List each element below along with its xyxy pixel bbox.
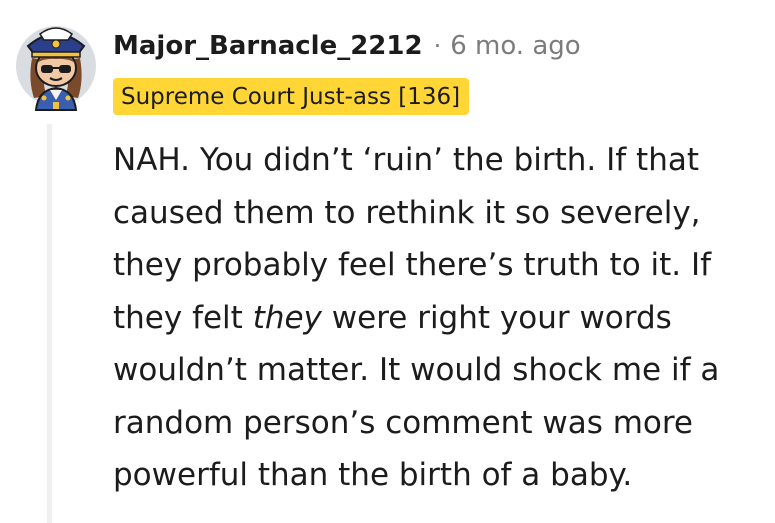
comment-thread-line[interactable] [47,124,52,523]
user-flair: Supreme Court Just-ass [136] [113,78,470,115]
username-link[interactable]: Major_Barnacle_2212 [113,31,423,61]
comment-body-emphasis: they [252,299,322,336]
avatar-icon [16,26,96,111]
flair-text: Supreme Court Just-ass [136] [121,83,461,110]
comment-body: NAH. You didn’t ‘ruin’ the birth. If tha… [113,134,753,502]
comment-timestamp[interactable]: 6 mo. ago [450,31,580,61]
user-avatar[interactable] [14,14,98,114]
comment-header: Major_Barnacle_2212 · 6 mo. ago [113,24,581,68]
meta-separator: · [433,32,442,60]
